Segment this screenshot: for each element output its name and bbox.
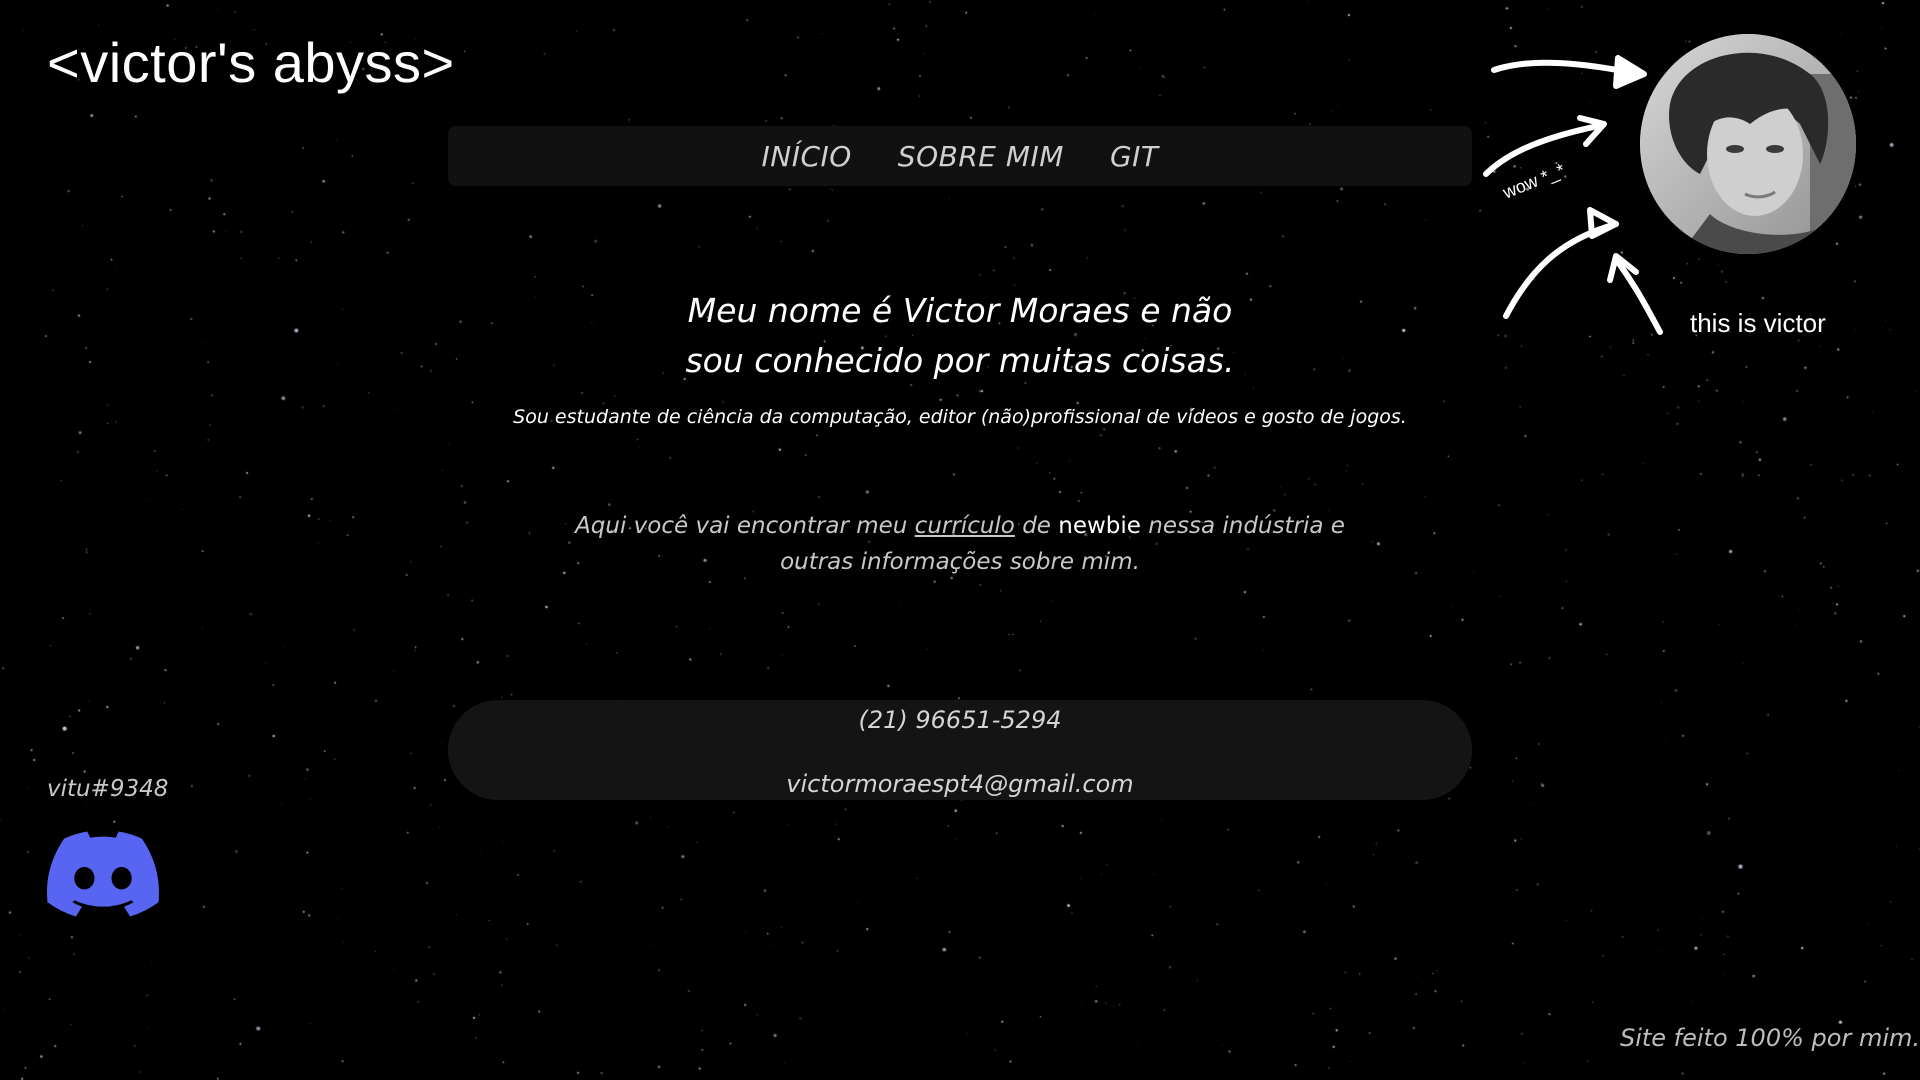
- nav-link-git[interactable]: GIT: [1110, 140, 1159, 173]
- footer-note: Site feito 100% por mim.: [1619, 1024, 1920, 1052]
- hero-title-line2: sou conhecido por muitas coisas.: [685, 341, 1235, 380]
- nav-link-sobre-mim[interactable]: SOBRE MIM: [898, 140, 1064, 173]
- site-title: <victor's abyss>: [47, 31, 455, 94]
- intro-text-part2: de: [1014, 513, 1059, 539]
- curriculum-link[interactable]: currículo: [915, 513, 1015, 539]
- contact-panel: (21) 96651-5294 victormoraespt4@gmail.co…: [448, 700, 1472, 800]
- discord-username: vitu#9348: [47, 776, 169, 802]
- contact-email[interactable]: victormoraespt4@gmail.com: [448, 770, 1472, 798]
- hero-title-line1: Meu nome é Victor Moraes e não: [687, 291, 1233, 330]
- intro-text-part1: Aqui você vai encontrar meu: [575, 513, 915, 539]
- discord-icon[interactable]: [47, 828, 159, 920]
- hero-title: Meu nome é Victor Moraes e não sou conhe…: [448, 286, 1472, 386]
- intro-highlight: newbie: [1058, 513, 1141, 539]
- main-navbar: INÍCIO SOBRE MIM GIT: [448, 126, 1472, 186]
- hero-subtitle: Sou estudante de ciência da computação, …: [513, 406, 1407, 428]
- intro-paragraph: Aqui você vai encontrar meu currículo de…: [448, 508, 1472, 580]
- intro-line2: outras informações sobre mim.: [780, 549, 1140, 575]
- intro-line1: Aqui você vai encontrar meu currículo de…: [448, 508, 1472, 544]
- contact-phone[interactable]: (21) 96651-5294: [448, 706, 1472, 734]
- avatar-caption: this is victor: [1690, 308, 1826, 338]
- intro-text-part3: nessa indústria e: [1140, 513, 1345, 539]
- nav-link-inicio[interactable]: INÍCIO: [761, 140, 851, 173]
- hand-drawn-arrows: [1483, 55, 1663, 335]
- profile-avatar: [1640, 34, 1856, 254]
